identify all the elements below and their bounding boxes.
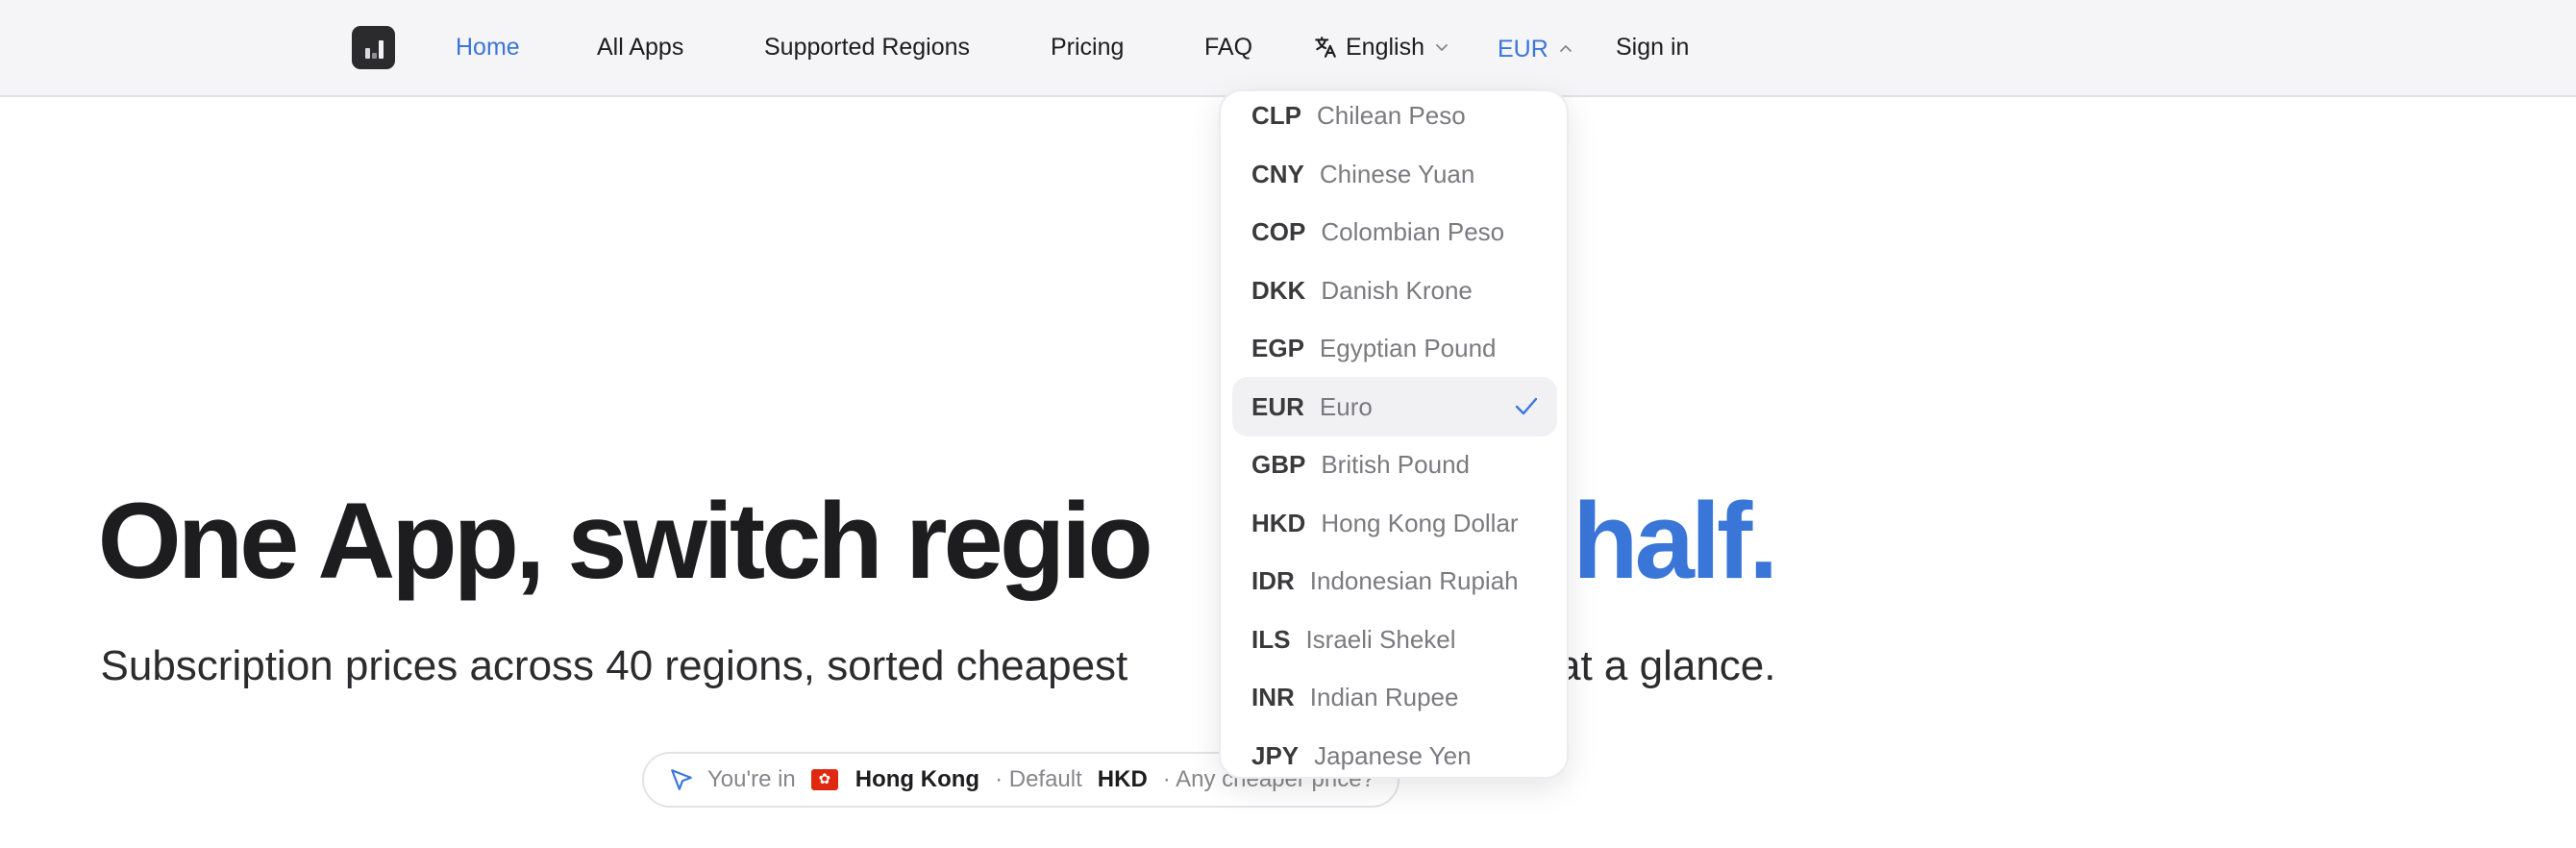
- currency-code: HKD: [1251, 508, 1306, 537]
- currency-selector[interactable]: EUR: [1498, 34, 1573, 64]
- currency-option-cop[interactable]: COP Colombian Peso: [1232, 202, 1557, 262]
- currency-code: DKK: [1251, 275, 1306, 305]
- currency-code: INR: [1251, 682, 1295, 711]
- currency-option-ils[interactable]: ILS Israeli Shekel: [1232, 610, 1557, 669]
- currency-option-dkk[interactable]: DKK Danish Krone: [1232, 261, 1557, 320]
- currency-name: Danish Krone: [1321, 275, 1473, 305]
- currency-option-idr[interactable]: IDR Indonesian Rupiah: [1232, 551, 1557, 611]
- currency-option-cny[interactable]: CNY Chinese Yuan: [1232, 144, 1557, 204]
- default-label: · Default: [995, 766, 1082, 792]
- default-currency: HKD: [1097, 766, 1148, 792]
- currency-code: CNY: [1251, 159, 1304, 188]
- location-region: Hong Kong: [855, 766, 980, 792]
- hero-title: One App, switch regio e half.: [0, 479, 1872, 604]
- currency-name: Chinese Yuan: [1319, 159, 1475, 188]
- currency-name: Indonesian Rupiah: [1309, 565, 1519, 595]
- logo-bar: [372, 53, 377, 59]
- currency-code: EUR: [1251, 391, 1304, 421]
- currency-label: EUR: [1498, 36, 1548, 62]
- currency-name: Euro: [1319, 391, 1373, 421]
- currency-option-hkd[interactable]: HKD Hong Kong Dollar: [1232, 493, 1557, 553]
- nav-pricing[interactable]: Pricing: [1051, 32, 1124, 62]
- hero-subtitle: Subscription prices across 40 regions, s…: [0, 638, 1876, 694]
- hero-title-main: One App, switch regio: [97, 481, 1153, 601]
- currency-code: CLP: [1251, 100, 1301, 130]
- currency-code: IDR: [1251, 565, 1295, 595]
- currency-option-eur[interactable]: EUR Euro: [1232, 377, 1557, 436]
- top-navbar: Home All Apps Supported Regions Pricing …: [0, 0, 2576, 97]
- checkmark-icon: [1515, 397, 1538, 415]
- currency-option-gbp[interactable]: GBP British Pound: [1232, 435, 1557, 494]
- currency-code: EGP: [1251, 333, 1304, 362]
- currency-name: Egyptian Pound: [1319, 333, 1497, 362]
- currency-name: Colombian Peso: [1321, 216, 1505, 246]
- hero-subtitle-main: Subscription prices across 40 regions, s…: [100, 642, 1128, 689]
- nav-supported-regions[interactable]: Supported Regions: [764, 32, 970, 62]
- currency-name: Japanese Yen: [1314, 740, 1472, 770]
- logo-bar: [365, 48, 370, 59]
- app-logo-icon[interactable]: [352, 26, 395, 69]
- currency-option-egp[interactable]: EGP Egyptian Pound: [1232, 318, 1557, 378]
- location-arrow-icon: [671, 769, 692, 790]
- nav-home[interactable]: Home: [456, 32, 520, 62]
- hong-kong-flag-icon: [810, 769, 838, 790]
- currency-option-clp[interactable]: CLP Chilean Peso: [1232, 91, 1557, 145]
- chevron-up-icon: [1559, 45, 1572, 52]
- currency-dropdown[interactable]: CLP Chilean Peso CNY Chinese Yuan COP Co…: [1219, 89, 1569, 779]
- nav-all-apps[interactable]: All Apps: [597, 32, 683, 62]
- currency-code: GBP: [1251, 449, 1306, 479]
- chevron-down-icon: [1436, 44, 1448, 51]
- currency-name: Indian Rupee: [1309, 682, 1459, 711]
- currency-name: Chilean Peso: [1317, 100, 1466, 130]
- location-prefix: You're in: [707, 766, 796, 792]
- currency-code: COP: [1251, 216, 1306, 246]
- language-label: English: [1346, 34, 1424, 61]
- currency-name: British Pound: [1321, 449, 1470, 479]
- currency-code: ILS: [1251, 624, 1291, 654]
- currency-code: JPY: [1251, 740, 1300, 770]
- currency-name: Hong Kong Dollar: [1321, 508, 1519, 537]
- sign-in-link[interactable]: Sign in: [1616, 32, 1689, 62]
- currency-option-inr[interactable]: INR Indian Rupee: [1232, 667, 1557, 727]
- language-selector[interactable]: English: [1313, 32, 1449, 62]
- currency-option-jpy[interactable]: JPY Japanese Yen: [1232, 726, 1557, 777]
- translate-icon: [1315, 37, 1336, 58]
- nav-faq[interactable]: FAQ: [1204, 32, 1252, 62]
- logo-bar: [379, 40, 384, 59]
- currency-name: Israeli Shekel: [1305, 624, 1456, 654]
